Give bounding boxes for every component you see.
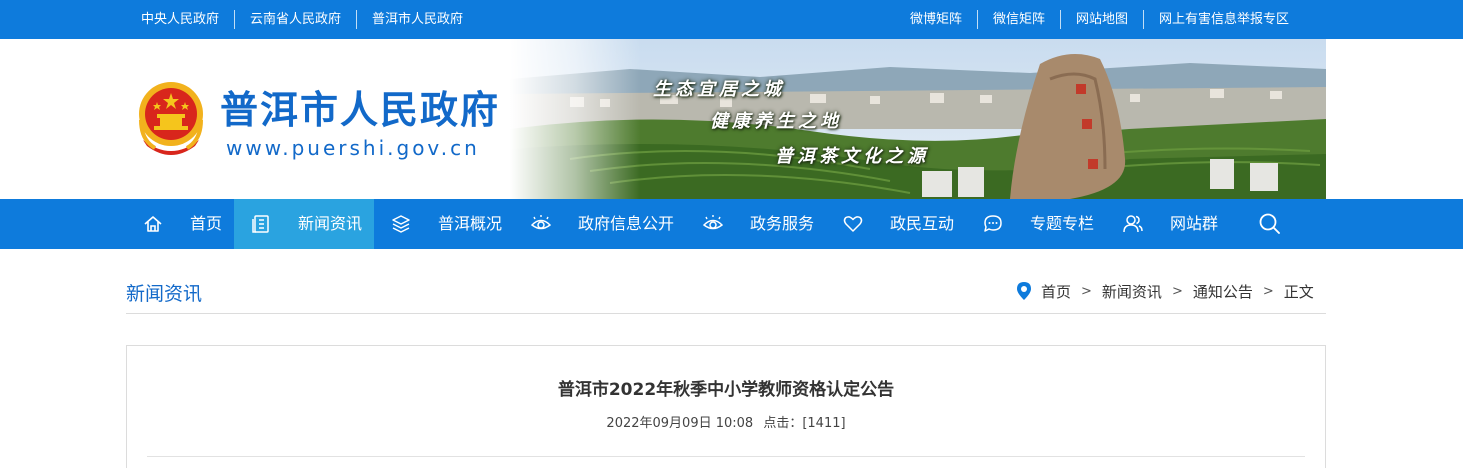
breadcrumb-separator: >	[1081, 283, 1092, 299]
search-icon	[1259, 213, 1280, 234]
home-icon	[144, 216, 162, 232]
top-link-central-gov[interactable]: 中央人民政府	[126, 0, 234, 39]
breadcrumb-notices[interactable]: 通知公告	[1193, 281, 1253, 302]
article-container: 普洱市2022年秋季中小学教师资格认定公告 2022年09月09日 10:08 …	[126, 345, 1326, 468]
site-url: www.puershi.gov.cn	[226, 136, 480, 160]
top-link-puer-gov[interactable]: 普洱市人民政府	[357, 0, 478, 39]
article-date: 2022年09月09日 10:08	[606, 416, 754, 431]
top-links-left: 中央人民政府 云南省人民政府 普洱市人民政府	[126, 0, 478, 39]
nav-item-news[interactable]: 新闻资讯	[234, 199, 374, 249]
chat-icon	[984, 215, 1002, 232]
nav-label-gov-info-disclosure: 政府信息公开	[578, 214, 675, 233]
section-divider	[126, 313, 1326, 314]
location-pin-icon	[1017, 282, 1031, 300]
top-link-yunnan-gov[interactable]: 云南省人民政府	[235, 0, 356, 39]
top-link-sitemap[interactable]: 网站地图	[1061, 0, 1143, 39]
banner-slogan-2: 健康养生之地	[710, 111, 842, 132]
nav-item-home[interactable]: 首页	[126, 199, 234, 249]
nav-item-site-group[interactable]: 网站群	[1106, 199, 1246, 249]
breadcrumb-home[interactable]: 首页	[1041, 281, 1071, 302]
nav-item-special-topics[interactable]: 专题专栏	[966, 199, 1106, 249]
users-icon	[1123, 215, 1143, 233]
site-name[interactable]: 普洱市人民政府	[220, 79, 500, 134]
section-title: 新闻资讯	[126, 283, 203, 305]
nav-label-news: 新闻资讯	[298, 214, 363, 233]
top-utility-bar: 中央人民政府 云南省人民政府 普洱市人民政府 微博矩阵 微信矩阵 网站地图 网上…	[0, 0, 1463, 39]
search-button[interactable]	[1250, 199, 1290, 249]
site-header: 普洱市人民政府 www.puershi.gov.cn 生态宜居之城 健康养生之地…	[0, 39, 1463, 199]
top-link-report-harmful-info[interactable]: 网上有害信息举报专区	[1144, 0, 1304, 39]
heart-icon	[843, 216, 863, 232]
nav-item-gov-services[interactable]: 政务服务	[686, 199, 826, 249]
nav-label-special-topics: 专题专栏	[1030, 214, 1095, 233]
news-icon	[252, 215, 269, 233]
nav-label-home: 首页	[190, 214, 223, 233]
breadcrumb: 首页 > 新闻资讯 > 通知公告 > 正文	[1016, 279, 1314, 303]
article-header-rule	[147, 456, 1305, 457]
nav-label-puer-overview: 普洱概况	[438, 214, 503, 233]
article-meta: 2022年09月09日 10:08 点击：[1411]	[127, 412, 1325, 431]
nav-label-public-interaction: 政民互动	[890, 214, 955, 233]
main-nav: 首页 新闻资讯 普洱概况 政府信息公开 政务服务 政民互动 专题专栏 网站群	[0, 199, 1463, 249]
breadcrumb-separator: >	[1262, 283, 1274, 299]
banner-slogan-3: 普洱茶文化之源	[775, 146, 929, 167]
top-link-weibo-matrix[interactable]: 微博矩阵	[895, 0, 977, 39]
breadcrumb-news[interactable]: 新闻资讯	[1102, 281, 1162, 302]
nav-item-public-interaction[interactable]: 政民互动	[826, 199, 966, 249]
article-click-count: 点击：[1411]	[763, 416, 846, 431]
eye-icon	[703, 215, 723, 230]
eye-icon	[531, 215, 551, 230]
breadcrumb-separator: >	[1171, 283, 1183, 299]
top-link-wechat-matrix[interactable]: 微信矩阵	[978, 0, 1060, 39]
banner-slogan-1: 生态宜居之城	[653, 79, 785, 100]
layers-icon	[392, 215, 410, 233]
header-banner-image: 生态宜居之城 健康养生之地 普洱茶文化之源	[510, 39, 1326, 199]
nav-label-site-group: 网站群	[1170, 214, 1219, 233]
article-title: 普洱市2022年秋季中小学教师资格认定公告	[557, 380, 895, 400]
top-links-right: 微博矩阵 微信矩阵 网站地图 网上有害信息举报专区	[895, 0, 1304, 39]
nav-label-gov-services: 政务服务	[750, 214, 815, 233]
nav-item-puer-overview[interactable]: 普洱概况	[374, 199, 514, 249]
national-emblem-icon[interactable]	[135, 80, 207, 158]
nav-item-gov-info-disclosure[interactable]: 政府信息公开	[514, 199, 686, 249]
breadcrumb-current: 正文	[1283, 282, 1314, 301]
